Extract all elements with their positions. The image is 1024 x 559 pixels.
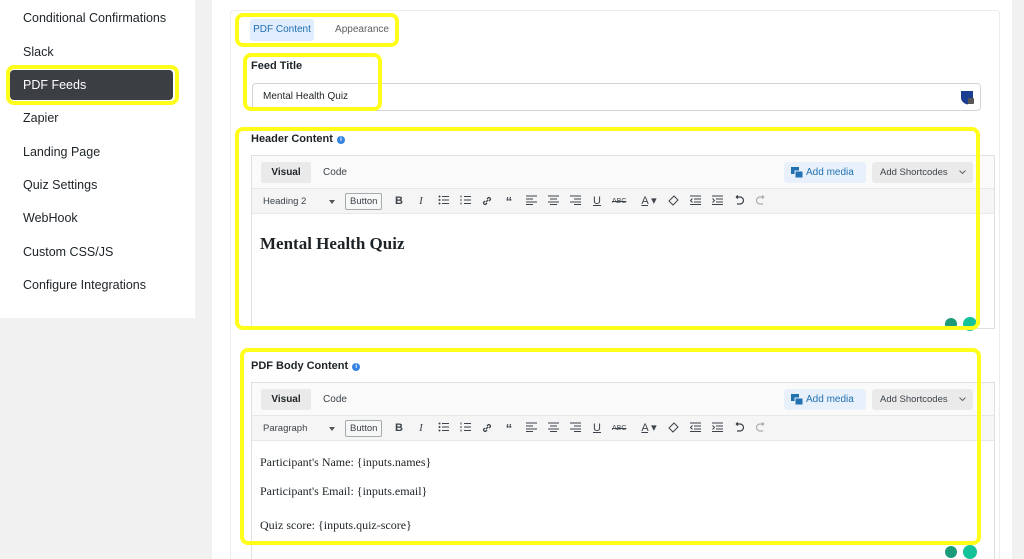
undo-icon[interactable]	[732, 421, 746, 436]
strikethrough-icon[interactable]: ABC	[612, 194, 626, 209]
redo-icon[interactable]	[754, 194, 768, 209]
add-media-button[interactable]: Add media	[784, 389, 866, 410]
sidebar-item-custom-css-js[interactable]: Custom CSS/JS	[10, 237, 173, 267]
visual-tab[interactable]: Visual	[261, 389, 311, 410]
undo-icon[interactable]	[732, 194, 746, 209]
format-select[interactable]: Paragraph	[259, 420, 341, 437]
sidebar-item-configure-integrations[interactable]: Configure Integrations	[10, 270, 173, 300]
eraser-icon[interactable]	[666, 421, 680, 436]
header-heading-text: Mental Health Quiz	[260, 234, 405, 253]
button-insert-button[interactable]: Button	[345, 420, 383, 437]
header-content-label: Header Content i	[251, 133, 345, 145]
outdent-icon[interactable]	[688, 194, 702, 209]
feed-title-value: Mental Health Quiz	[263, 91, 349, 102]
link-icon[interactable]	[480, 194, 494, 209]
editor-top-bar: Visual Code Add media Add Shortcodes	[252, 156, 994, 188]
underline-icon[interactable]: U	[590, 421, 604, 436]
bullet-list-icon[interactable]	[436, 421, 450, 436]
underline-icon[interactable]: U	[590, 194, 604, 209]
format-select[interactable]: Heading 2	[259, 193, 341, 210]
code-tab[interactable]: Code	[315, 162, 355, 183]
media-icon	[791, 167, 803, 178]
caret-down-icon	[329, 427, 335, 431]
outdent-icon[interactable]	[688, 421, 702, 436]
settings-sidebar: Conditional Confirmations Slack PDF Feed…	[0, 0, 195, 318]
sidebar-item-webhook[interactable]: WebHook	[10, 203, 173, 233]
bullet-list-icon[interactable]	[436, 194, 450, 209]
text-color-icon[interactable]: A ▾	[636, 421, 662, 436]
eraser-icon[interactable]	[666, 194, 680, 209]
body-content-area[interactable]: Participant's Name: {inputs.names} Parti…	[252, 441, 994, 559]
chevron-down-icon	[959, 397, 966, 402]
align-right-icon[interactable]	[568, 421, 582, 436]
add-shortcodes-dropdown[interactable]: Add Shortcodes	[872, 162, 973, 183]
body-line-score: Quiz score: {inputs.quiz-score}	[260, 518, 412, 532]
sidebar-item-slack[interactable]: Slack	[10, 37, 173, 67]
align-left-icon[interactable]	[524, 421, 538, 436]
visual-tab[interactable]: Visual	[261, 162, 311, 183]
redo-icon[interactable]	[754, 421, 768, 436]
body-line-name: Participant's Name: {inputs.names}	[260, 455, 432, 469]
lightbulb-icon[interactable]	[945, 546, 957, 558]
body-content-editor: Visual Code Add media Add Shortcodes Par…	[251, 382, 995, 559]
indent-icon[interactable]	[710, 194, 724, 209]
sidebar-item-conditional-confirmations[interactable]: Conditional Confirmations	[10, 3, 173, 33]
pdf-feed-card: PDF Content Appearance Feed Title Mental…	[230, 10, 1000, 559]
numbered-list-icon[interactable]	[458, 421, 472, 436]
add-shortcodes-dropdown[interactable]: Add Shortcodes	[872, 389, 973, 410]
align-center-icon[interactable]	[546, 421, 560, 436]
header-content-area[interactable]: Mental Health Quiz	[252, 214, 994, 328]
sidebar-item-zapier[interactable]: Zapier	[10, 103, 173, 133]
caret-down-icon	[329, 200, 335, 204]
info-icon[interactable]: i	[336, 136, 345, 144]
grammarly-icon[interactable]	[963, 545, 977, 559]
align-right-icon[interactable]	[568, 194, 582, 209]
formatting-toolbar: Heading 2 Button B I “ U ABC A ▾	[252, 188, 994, 214]
bold-icon[interactable]: B	[392, 421, 406, 436]
media-icon	[791, 394, 803, 405]
blockquote-icon[interactable]: “	[502, 194, 516, 209]
blockquote-icon[interactable]: “	[502, 421, 516, 436]
grammarly-icon[interactable]	[963, 317, 977, 331]
main-panel: PDF Content Appearance Feed Title Mental…	[212, 0, 1012, 559]
align-left-icon[interactable]	[524, 194, 538, 209]
text-color-icon[interactable]: A ▾	[636, 194, 662, 209]
numbered-list-icon[interactable]	[458, 194, 472, 209]
lightbulb-icon[interactable]	[945, 318, 957, 330]
sidebar-item-pdf-feeds[interactable]: PDF Feeds	[10, 70, 173, 100]
italic-icon[interactable]: I	[414, 194, 428, 209]
body-content-label: PDF Body Content i	[251, 360, 361, 372]
password-manager-icon[interactable]	[960, 90, 974, 105]
header-content-editor: Visual Code Add media Add Shortcodes Hea…	[251, 155, 995, 331]
chevron-down-icon	[959, 170, 966, 175]
feed-title-input[interactable]: Mental Health Quiz	[252, 83, 981, 111]
sidebar-item-quiz-settings[interactable]: Quiz Settings	[10, 170, 173, 200]
button-insert-button[interactable]: Button	[345, 193, 383, 210]
feed-title-label: Feed Title	[251, 60, 303, 72]
formatting-toolbar: Paragraph Button B I “ U ABC A ▾	[252, 415, 994, 441]
strikethrough-icon[interactable]: ABC	[612, 421, 626, 436]
info-icon[interactable]: i	[352, 363, 361, 371]
sidebar-item-landing-page[interactable]: Landing Page	[10, 137, 173, 167]
tab-pdf-content[interactable]: PDF Content	[250, 19, 314, 41]
editor-top-bar: Visual Code Add media Add Shortcodes	[252, 383, 994, 415]
tab-appearance[interactable]: Appearance	[320, 19, 404, 41]
code-tab[interactable]: Code	[315, 389, 355, 410]
add-media-button[interactable]: Add media	[784, 162, 866, 183]
italic-icon[interactable]: I	[414, 421, 428, 436]
bold-icon[interactable]: B	[392, 194, 406, 209]
body-line-email: Participant's Email: {inputs.email}	[260, 484, 428, 498]
link-icon[interactable]	[480, 421, 494, 436]
align-center-icon[interactable]	[546, 194, 560, 209]
indent-icon[interactable]	[710, 421, 724, 436]
